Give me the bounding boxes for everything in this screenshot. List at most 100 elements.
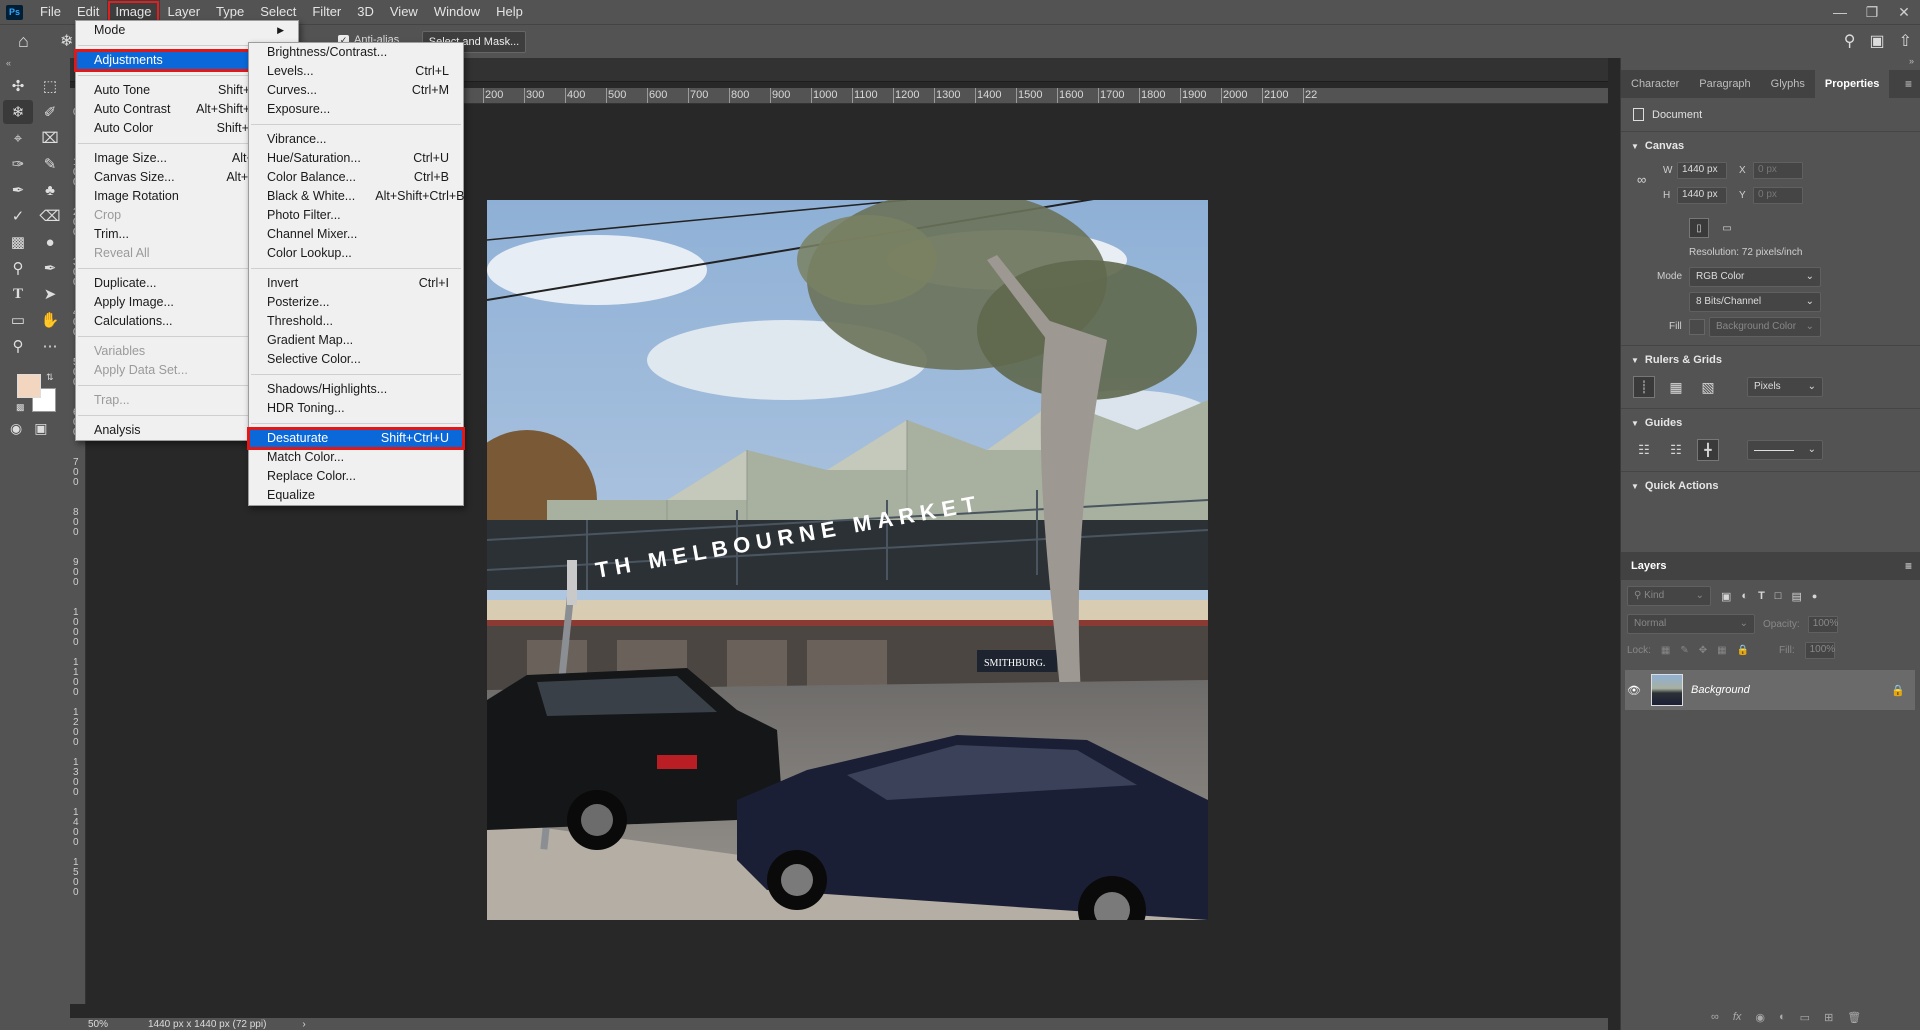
dodge-tool-icon[interactable]: ⚲ [3, 256, 33, 280]
screen-mode-icon[interactable]: ▣ [34, 420, 47, 437]
menu-help[interactable]: Help [488, 0, 531, 24]
guide-style-dropdown[interactable]: ⌄ [1747, 440, 1823, 460]
y-field[interactable]: 0 px [1753, 187, 1803, 204]
menu-view[interactable]: View [382, 0, 426, 24]
adjustments-menu-item-replace-color[interactable]: Replace Color... [249, 467, 463, 486]
grid-toggle-icon[interactable]: ▦ [1665, 376, 1687, 398]
opacity-field[interactable]: 100% [1807, 615, 1838, 633]
x-field[interactable]: 0 px [1753, 162, 1803, 179]
blur-tool-icon[interactable]: ● [35, 230, 65, 254]
rectangle-tool-icon[interactable]: ▭ [3, 308, 33, 332]
guide-layout-icon[interactable]: ☷ [1633, 439, 1655, 461]
adjustments-menu-item-black-white[interactable]: Black & White... Alt+Shift+Ctrl+B [249, 187, 465, 206]
eyedropper-tool-icon[interactable]: ✑ [3, 152, 33, 176]
bit-depth-dropdown[interactable]: 8 Bits/Channel ⌄ [1689, 291, 1821, 312]
menu-window[interactable]: Window [426, 0, 488, 24]
adjustments-menu-item-posterize[interactable]: Posterize... [249, 293, 463, 312]
layer-name[interactable]: Background [1691, 684, 1750, 696]
smart-guides-icon[interactable]: ╋ [1697, 439, 1719, 461]
path-selection-tool-icon[interactable]: ➤ [35, 282, 65, 306]
eraser-tool-icon[interactable]: ⌫ [35, 204, 65, 228]
filter-toggle-icon[interactable]: ● [1812, 591, 1817, 601]
quick-selection-tool-icon[interactable]: ✐ [35, 100, 65, 124]
hand-tool-icon[interactable]: ✋ [35, 308, 65, 332]
adjustments-menu-item-hdr-toning[interactable]: HDR Toning... [249, 399, 463, 418]
height-field[interactable]: 1440 px [1677, 187, 1727, 204]
home-icon[interactable]: ⌂ [18, 31, 29, 52]
adjustments-menu-item-vibrance[interactable]: Vibrance... [249, 130, 463, 149]
delete-layer-icon[interactable]: 🗑 [1847, 1011, 1861, 1024]
type-tool-icon[interactable]: T [3, 282, 33, 306]
lock-artboard-icon[interactable]: ▦ [1717, 645, 1726, 656]
fill-swatch[interactable] [1689, 318, 1705, 335]
tab-glyphs[interactable]: Glyphs [1761, 70, 1815, 98]
link-layers-icon[interactable]: ∞ [1711, 1011, 1719, 1024]
tab-paragraph[interactable]: Paragraph [1689, 70, 1760, 98]
layers-tab[interactable]: Layers [1631, 560, 1666, 572]
layer-style-icon[interactable]: fx [1733, 1011, 1742, 1024]
adjustments-menu-item-brightness-contrast[interactable]: Brightness/Contrast... [249, 43, 463, 62]
tab-properties[interactable]: Properties [1814, 70, 1890, 98]
adjustments-menu-item-color-balance[interactable]: Color Balance... Ctrl+B [249, 168, 463, 187]
filter-pixel-icon[interactable]: ▣ [1721, 590, 1731, 603]
quick-mask-icon[interactable]: ◉ [10, 420, 22, 437]
layers-menu-icon[interactable]: ≡ [1905, 559, 1920, 573]
close-icon[interactable]: ✕ [1888, 0, 1920, 24]
fill-dropdown[interactable]: Background Color ⌄ [1709, 316, 1821, 337]
canvas-section-header[interactable]: ▼ Canvas [1621, 132, 1920, 158]
zoom-tool-icon[interactable]: ⚲ [3, 334, 33, 358]
status-chevron-icon[interactable]: › [302, 1019, 305, 1030]
adjustments-menu-item-curves[interactable]: Curves... Ctrl+M [249, 81, 463, 100]
mode-dropdown[interactable]: RGB Color ⌄ [1689, 266, 1821, 287]
filter-adjustment-icon[interactable]: ◐ [1741, 590, 1748, 602]
new-adjustment-layer-icon[interactable]: ◐ [1779, 1011, 1786, 1024]
layer-fill-field[interactable]: 100% [1804, 642, 1835, 659]
new-group-icon[interactable]: ▭ [1800, 1011, 1810, 1024]
clone-stamp-tool-icon[interactable]: ♣ [35, 178, 65, 202]
share-icon[interactable]: ⇧ [1899, 31, 1912, 51]
lock-position-icon[interactable]: ✥ [1699, 645, 1707, 656]
crop-tool-icon[interactable]: ⌖ [3, 126, 33, 150]
adjustments-menu-item-threshold[interactable]: Threshold... [249, 312, 463, 331]
search-icon[interactable]: ⚲ [1844, 31, 1856, 51]
adjustments-menu-item-exposure[interactable]: Exposure... [249, 100, 463, 119]
frame-tool-icon[interactable]: ⌧ [35, 126, 65, 150]
healing-brush-tool-icon[interactable]: ✎ [35, 152, 65, 176]
lock-all-icon[interactable]: 🔒 [1737, 645, 1749, 656]
layer-row-background[interactable]: 👁 Background 🔒 [1625, 670, 1915, 710]
history-brush-tool-icon[interactable]: ✓ [3, 204, 33, 228]
ruler-toggle-icon[interactable]: ┊ [1633, 376, 1655, 398]
swap-colors-icon[interactable]: ⇅ [46, 372, 54, 383]
landscape-orientation-icon[interactable]: ▭ [1717, 218, 1737, 238]
zoom-level[interactable]: 50% [70, 1019, 122, 1030]
canvas-image[interactable]: TH MELBOURNE MARKET SMITHBURG. [487, 200, 1208, 920]
minimize-icon[interactable]: — [1824, 0, 1856, 24]
adjustments-menu-item-selective-color[interactable]: Selective Color... [249, 350, 463, 369]
foreground-color-swatch[interactable] [17, 374, 41, 398]
adjustments-menu-item-levels[interactable]: Levels... Ctrl+L [249, 62, 463, 81]
brush-tool-icon[interactable]: ✒ [3, 178, 33, 202]
rulers-grids-header[interactable]: ▼ Rulers & Grids [1621, 345, 1920, 372]
ruler-units-dropdown[interactable]: Pixels ⌄ [1747, 377, 1823, 397]
pen-tool-icon[interactable]: ✒ [35, 256, 65, 280]
adjustments-menu-item-equalize[interactable]: Equalize [249, 486, 463, 505]
adjustments-menu-item-color-lookup[interactable]: Color Lookup... [249, 244, 463, 263]
panel-menu-icon[interactable]: ≡ [1905, 77, 1920, 91]
adjustments-menu-item-invert[interactable]: Invert Ctrl+I [249, 274, 463, 293]
more-tools-icon[interactable]: ⋯ [35, 334, 65, 358]
move-tool-icon[interactable]: ✣ [3, 74, 33, 98]
link-dimensions-icon[interactable]: ∞ [1637, 172, 1646, 187]
restore-icon[interactable]: ❐ [1856, 0, 1888, 24]
guides-header[interactable]: ▼ Guides [1621, 408, 1920, 435]
lock-image-icon[interactable]: ✎ [1680, 645, 1688, 656]
adjustments-menu-item-shadows-highlights[interactable]: Shadows/Highlights... [249, 380, 463, 399]
adjustments-menu-item-channel-mixer[interactable]: Channel Mixer... [249, 225, 463, 244]
adjustments-menu-item-desaturate[interactable]: Desaturate Shift+Ctrl+U [247, 427, 465, 450]
filter-shape-icon[interactable]: □ [1775, 590, 1782, 602]
marquee-tool-icon[interactable]: ⬚ [35, 74, 65, 98]
menu-filter[interactable]: Filter [304, 0, 349, 24]
pixel-grid-icon[interactable]: ▧ [1697, 376, 1719, 398]
add-mask-icon[interactable]: ◉ [1755, 1011, 1765, 1024]
lock-transparent-icon[interactable]: ▦ [1661, 645, 1670, 656]
visibility-eye-icon[interactable]: 👁 [1625, 684, 1643, 697]
